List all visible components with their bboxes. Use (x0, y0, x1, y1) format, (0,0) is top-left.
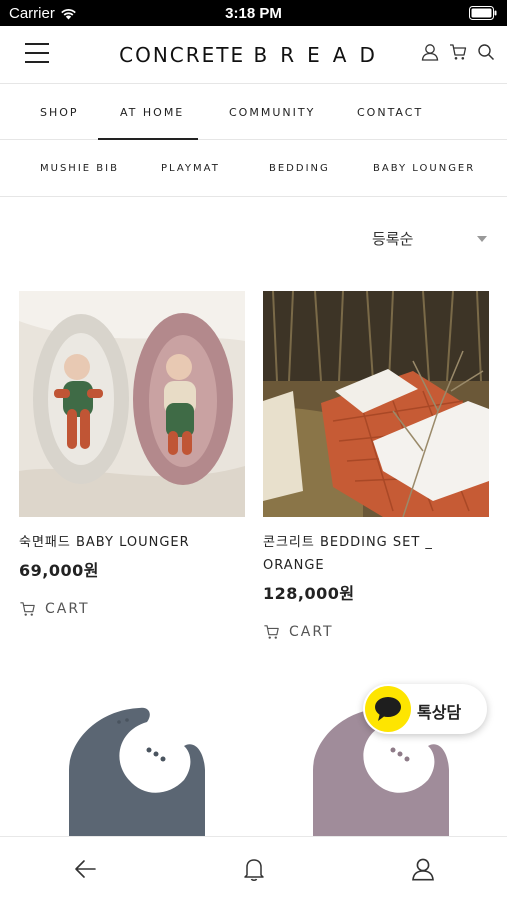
subnav-bedding[interactable]: BEDDING (269, 163, 330, 174)
subnav-mushie-bib[interactable]: MUSHIE BIB (40, 163, 119, 174)
status-bar: Carrier 3:18 PM (0, 0, 507, 26)
bottom-bar (0, 836, 507, 900)
subnav-baby-lounger[interactable]: BABY LOUNGER (373, 163, 475, 174)
chat-bubble-icon (365, 686, 411, 732)
cart-icon (20, 602, 35, 616)
product-card: 숙면패드 BABY LOUNGER 69,000원 CART (19, 291, 245, 617)
sort-select[interactable]: 등록순 (367, 228, 487, 250)
header-icons (421, 43, 495, 61)
tab-contact[interactable]: CONTACT (357, 106, 423, 119)
product-price: 128,000원 (263, 584, 355, 603)
product-image[interactable] (19, 291, 245, 517)
product-image[interactable] (19, 700, 245, 836)
user-icon[interactable] (411, 857, 435, 881)
header: CONCRETE BREAD (0, 26, 507, 84)
back-arrow-icon[interactable] (73, 857, 97, 881)
bell-icon[interactable] (243, 857, 265, 882)
tab-shop[interactable]: SHOP (40, 106, 79, 119)
tab-community[interactable]: COMMUNITY (229, 106, 315, 119)
chat-label: 톡상담 (417, 703, 462, 722)
product-price: 69,000원 (19, 561, 99, 580)
status-time: 3:18 PM (225, 5, 282, 22)
cart-label: CART (45, 601, 90, 617)
subnav-playmat[interactable]: PLAYMAT (161, 163, 220, 174)
battery-icon (469, 6, 497, 20)
tab-at-home[interactable]: AT HOME (120, 106, 184, 119)
product-name[interactable]: 숙면패드 BABY LOUNGER (19, 531, 245, 554)
cart-icon[interactable] (449, 43, 467, 61)
logo-part-2: BREAD (253, 43, 388, 67)
cart-label: CART (289, 624, 334, 640)
sort-selected-value: 등록순 (372, 230, 414, 248)
product-image[interactable] (263, 291, 489, 517)
search-icon[interactable] (477, 43, 495, 61)
kakao-chat-button[interactable]: 톡상담 (363, 684, 487, 734)
user-icon[interactable] (421, 43, 439, 61)
chevron-down-icon (477, 236, 487, 242)
add-to-cart-button[interactable]: CART (19, 601, 245, 617)
secondary-nav: MUSHIE BIB PLAYMAT BEDDING BABY LOUNGER (0, 140, 507, 197)
add-to-cart-button[interactable]: CART (263, 624, 489, 640)
logo-part-1: CONCRETE (119, 43, 246, 67)
product-name[interactable]: 콘크리트 BEDDING SET _ ORANGE (263, 531, 489, 577)
product-card: 콘크리트 BEDDING SET _ ORANGE 128,000원 CART (263, 291, 489, 640)
primary-nav: SHOP AT HOME COMMUNITY CONTACT (0, 84, 507, 140)
cart-icon (264, 625, 279, 639)
